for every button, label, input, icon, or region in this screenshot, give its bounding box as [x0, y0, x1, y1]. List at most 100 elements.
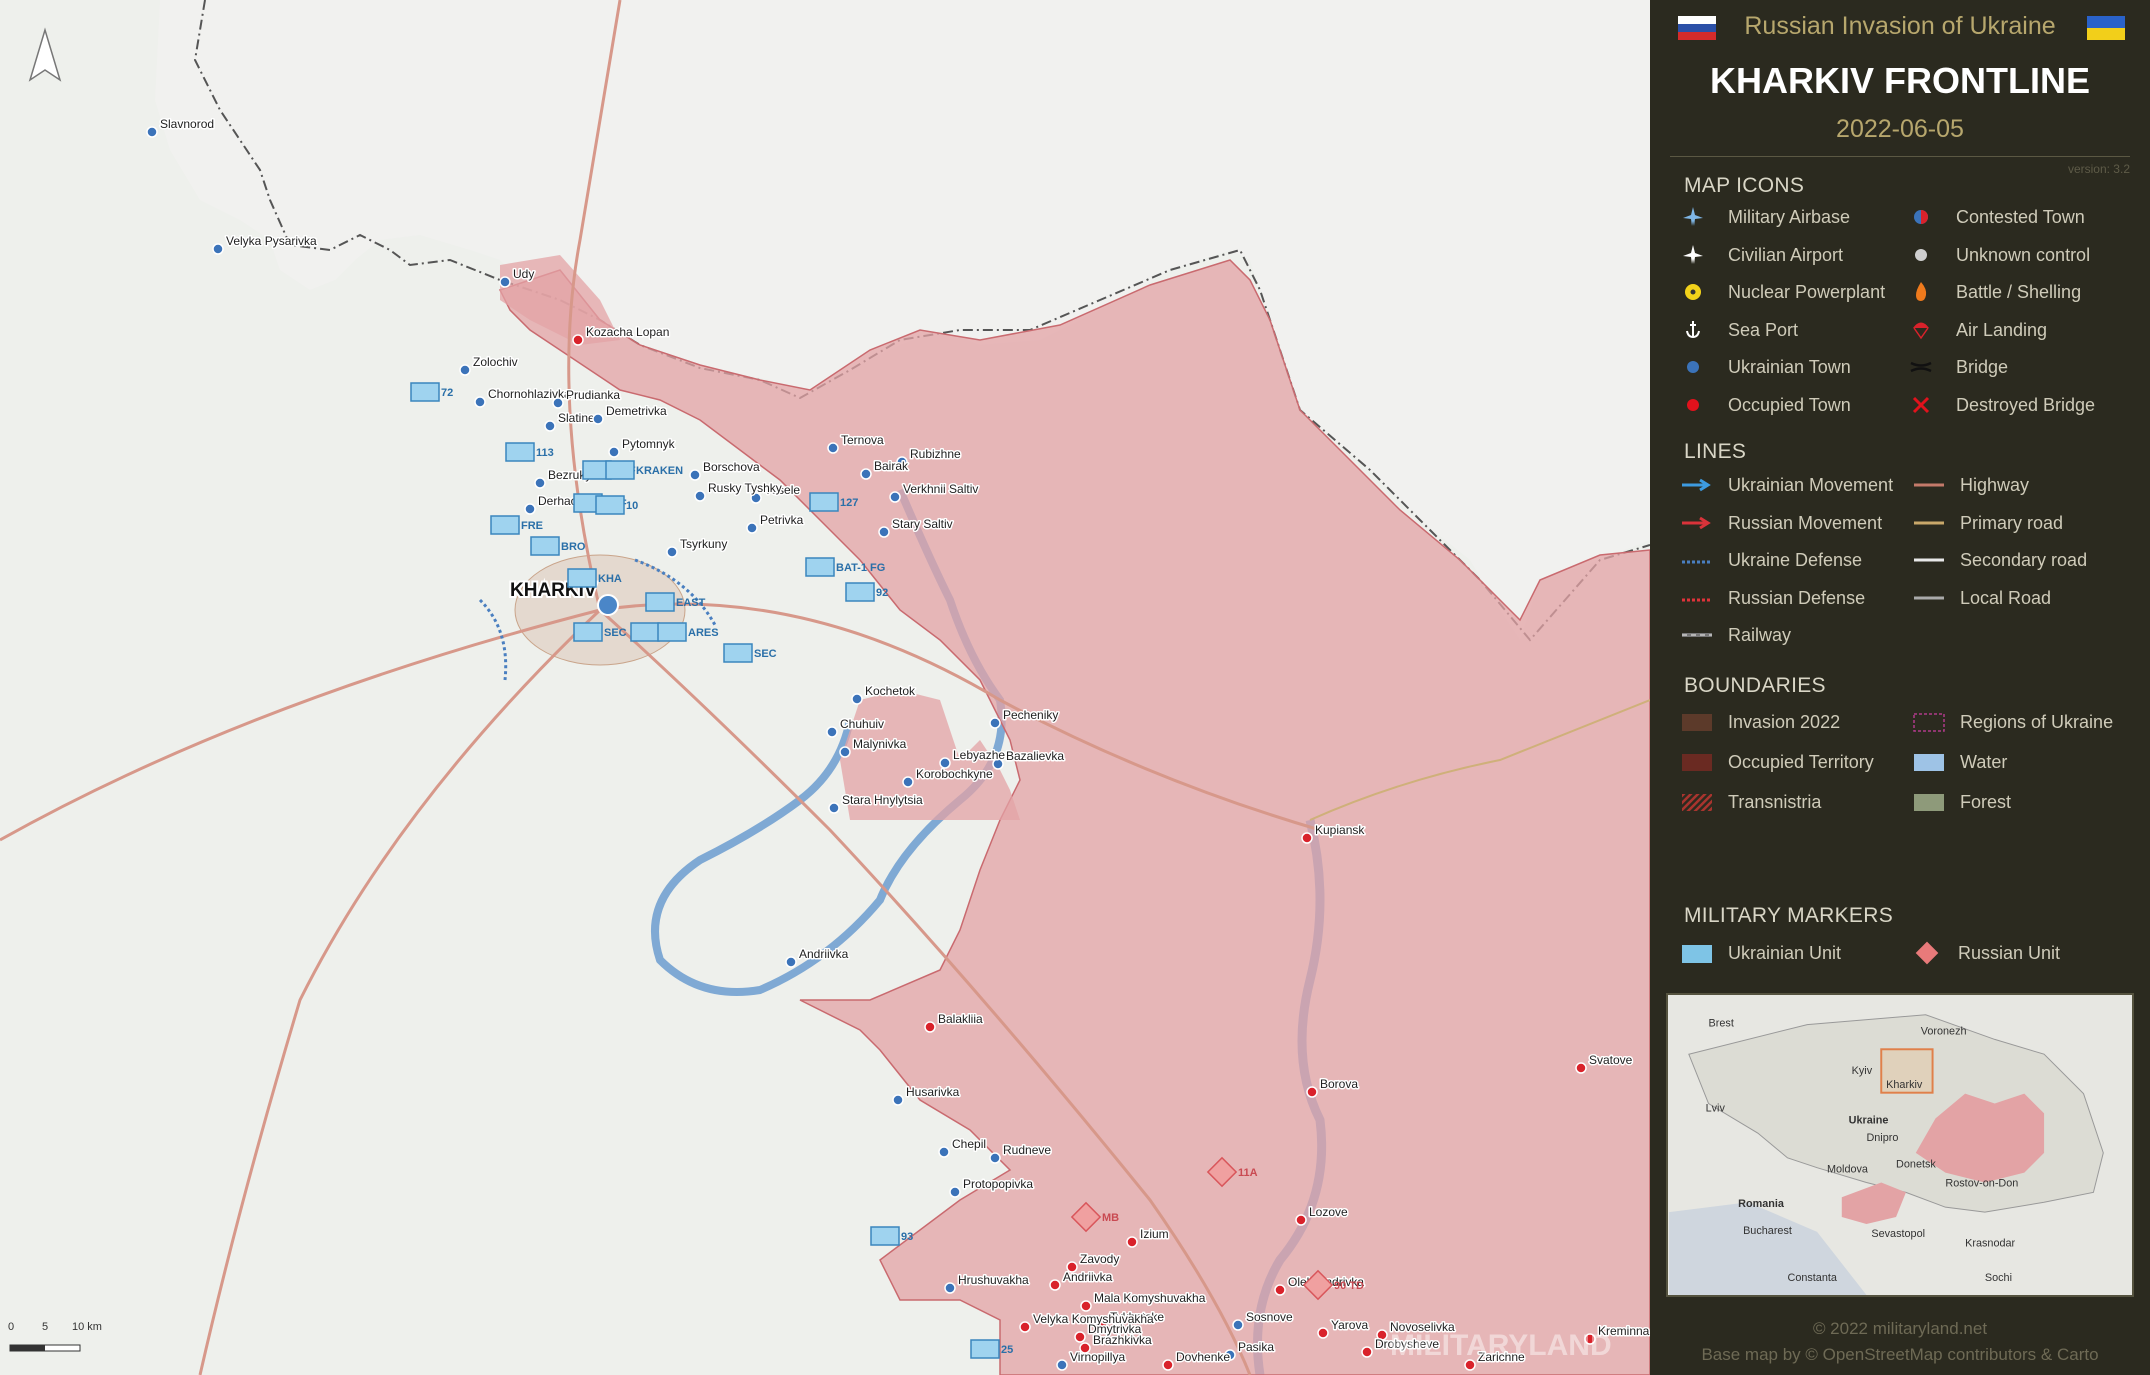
town-label: Zavody	[1080, 1252, 1119, 1266]
town-label: Yarova	[1331, 1318, 1368, 1332]
legend-symbol	[1680, 622, 1714, 648]
town-label: Hrushuvakha	[958, 1273, 1029, 1287]
watermark: MILITARYLAND	[1390, 1329, 1612, 1362]
town-label: Bairak	[874, 459, 909, 473]
legend-line-item: Russian Defense	[1680, 585, 1865, 611]
legend-label: Destroyed Bridge	[1956, 394, 2096, 415]
legend-label: Occupied Town	[1728, 394, 1851, 415]
version-label: version: 3.2	[2067, 162, 2130, 176]
unit-label: 113	[536, 447, 554, 459]
map-icons-title: MAP ICONS	[1684, 174, 1805, 197]
unit-label: ARES	[688, 627, 719, 639]
legend-boundary-item: Forest	[1912, 789, 2011, 815]
legend-symbol	[1680, 204, 1714, 230]
boundaries-title: BOUNDARIES	[1684, 674, 1826, 697]
legend-label: Unknown control	[1956, 244, 2091, 265]
inset-label: Krasnodar	[1965, 1238, 2015, 1250]
legend-label: Forest	[1960, 792, 2012, 812]
unit-label: BAT-1 FG	[836, 562, 885, 574]
legend-item-unknown-control-icon: Unknown control	[1908, 242, 2090, 268]
legend-item-contested-town-icon: Contested Town	[1908, 204, 2085, 230]
town-label: Chepil	[952, 1137, 986, 1151]
legend-label: Ukrainian Movement	[1728, 475, 1894, 495]
inset-label: Ukraine	[1849, 1114, 1889, 1126]
legend-label: Railway	[1728, 625, 1792, 645]
town-label: Pecheniky	[1003, 708, 1058, 722]
legend-label: Invasion 2022	[1728, 712, 1841, 732]
legend-symbol	[1912, 749, 1946, 775]
town-label: Rudneve	[1003, 1143, 1051, 1157]
legend-label: Regions of Ukraine	[1960, 712, 2114, 732]
legend-item-civilian-airport-icon: Civilian Airport	[1680, 242, 1843, 268]
scale-five: 5	[42, 1321, 48, 1333]
legend-label: Civilian Airport	[1728, 244, 1844, 265]
town-label: Demetrivka	[606, 404, 667, 418]
legend-label: Primary road	[1960, 512, 2064, 533]
header-title: Russian Invasion of Ukraine	[1744, 12, 2056, 40]
legend-military-item: Russian Unit	[1910, 940, 2060, 966]
legend-label: Water	[1960, 752, 2008, 772]
inset-label: Brest	[1709, 1018, 1734, 1030]
unit-label: 92	[876, 587, 888, 599]
legend-symbol	[1680, 709, 1714, 735]
inset-label: Romania	[1738, 1198, 1785, 1210]
legend-label: Nuclear Powerplant	[1728, 282, 1886, 302]
inset-label: Kharkiv	[1886, 1079, 1923, 1091]
legend-symbol	[1908, 392, 1942, 418]
legend-symbol	[1680, 585, 1714, 611]
legend-item-ukrainian-town-icon: Ukrainian Town	[1680, 354, 1851, 380]
legend-symbol	[1912, 789, 1946, 815]
unit-label: 10	[626, 500, 638, 512]
town-label: Velyka Pysarivka	[226, 234, 317, 248]
legend-line-item: Local Road	[1912, 585, 2051, 611]
legend-symbol	[1908, 242, 1942, 268]
legend-line-item: Primary road	[1912, 510, 2063, 536]
unit-label: 127	[840, 497, 858, 509]
kharkiv-city-marker[interactable]	[597, 594, 619, 616]
legend-symbol	[1680, 749, 1714, 775]
legend-line-item: Russian Movement	[1680, 510, 1882, 536]
legend-item-military-airbase-icon: Military Airbase	[1680, 204, 1850, 230]
inset-label: Moldova	[1827, 1164, 1869, 1176]
legend-boundary-item: Invasion 2022	[1680, 709, 1840, 735]
town-label: Slatine	[558, 411, 595, 425]
legend-military-item: Ukrainian Unit	[1680, 940, 1841, 966]
town-label: Borova	[1320, 1077, 1358, 1091]
inset-label: Kyiv	[1852, 1065, 1873, 1077]
legend-item-air-landing-icon: Air Landing	[1908, 317, 2047, 343]
town-label: Pasika	[1238, 1340, 1274, 1354]
town-label: Zolochiv	[473, 355, 518, 369]
inset-label: Sevastopol	[1871, 1228, 1925, 1240]
legend-label: Battle / Shelling	[1956, 282, 2082, 302]
town-label: Kochetok	[865, 684, 916, 698]
town-label: Izium	[1140, 1227, 1169, 1241]
unit-label: 25	[1001, 1344, 1013, 1356]
legend-label: Russian Unit	[1958, 943, 2061, 963]
legend-label: Military Airbase	[1728, 207, 1851, 227]
town-label: Husarivka	[906, 1085, 960, 1099]
frontline-map[interactable]: KHARKIV SlavnorodVelyka PysarivkaUdyKoza…	[0, 0, 1650, 1375]
legend-symbol	[1912, 709, 1946, 735]
town-label: Stary Saltiv	[892, 517, 953, 531]
legend-label: Ukraine Defense	[1728, 550, 1863, 570]
unit-label: 93	[901, 1231, 913, 1243]
inset-label: Constanta	[1788, 1272, 1838, 1284]
overview-inset-map[interactable]: Brest Voronezh Kyiv Lviv Ukraine Kharkiv Dnipr…	[1666, 993, 2134, 1297]
legend-line-item: Ukraine Defense	[1680, 547, 1862, 573]
legend-item-destroyed-bridge-icon: Destroyed Bridge	[1908, 392, 2095, 418]
legend-item-battle-shelling-icon: Battle / Shelling	[1908, 279, 2081, 305]
town-label: Ternova	[841, 433, 884, 447]
town-label: Andriivka	[1063, 1270, 1113, 1284]
legend-line-item: Highway	[1912, 472, 2029, 498]
town-label: Chuhuiv	[840, 717, 884, 731]
unit-label: SEC	[754, 648, 777, 660]
legend-label: Russian Movement	[1728, 512, 1883, 533]
legend-line-item: Secondary road	[1912, 547, 2087, 573]
inset-label: Voronezh	[1921, 1025, 1967, 1037]
unit-label: KHA	[598, 573, 622, 585]
unit-label: BRO	[561, 541, 586, 553]
legend-symbol	[1912, 585, 1946, 611]
town-label: Petrivka	[760, 513, 804, 527]
town-label: Slavnorod	[160, 117, 214, 131]
legend-line-item: Ukrainian Movement	[1680, 472, 1893, 498]
